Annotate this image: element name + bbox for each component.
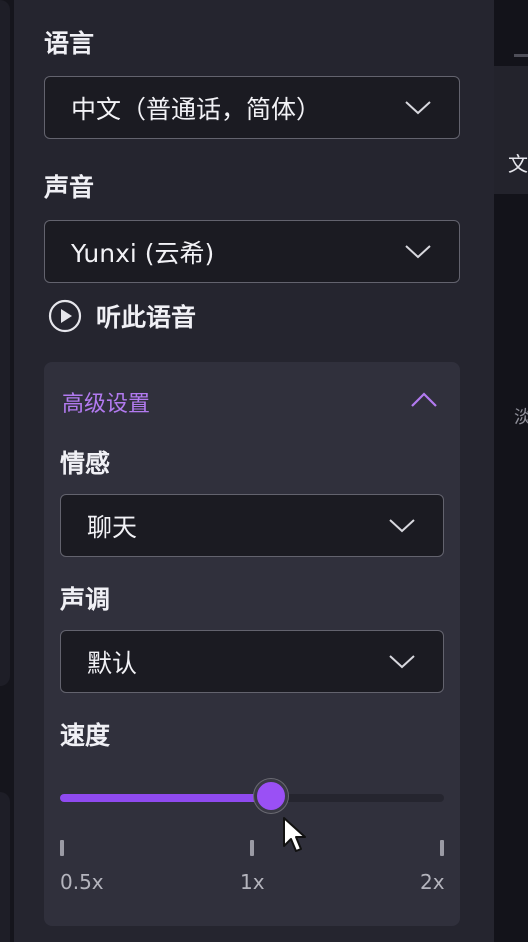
advanced-settings-title[interactable]: 高级设置: [62, 386, 150, 418]
right-tab-indicator: [514, 54, 528, 57]
speed-tick-label-min: 0.5x: [60, 870, 104, 894]
voice-settings-panel: 语言 中文（普通话，简体） 声音 Yunxi (云希) 听此语音 高级设置 情感…: [14, 0, 494, 942]
voice-label: 声音: [44, 173, 95, 202]
chevron-down-icon: [389, 518, 415, 532]
speed-label: 速度: [60, 721, 111, 750]
speed-tick-max: [440, 840, 444, 856]
emotion-select-value: 聊天: [87, 512, 138, 542]
left-card-top: [0, 0, 10, 686]
tts-settings-screen: 语言 中文（普通话，简体） 声音 Yunxi (云希) 听此语音 高级设置 情感…: [0, 0, 528, 942]
speed-tick-label-max: 2x: [420, 870, 445, 894]
right-panel-edge: 文 淡: [494, 0, 528, 942]
voice-select-value: Yunxi (云希): [71, 238, 215, 268]
right-side-text: 淡: [514, 407, 528, 428]
chevron-up-icon[interactable]: [410, 390, 438, 408]
speed-tick-mid: [250, 840, 254, 856]
language-select-value: 中文（普通话，简体）: [71, 94, 322, 124]
emotion-label: 情感: [60, 449, 111, 478]
voice-select[interactable]: Yunxi (云希): [44, 220, 460, 283]
pitch-select-value: 默认: [87, 648, 138, 678]
left-panel-edge: [0, 0, 14, 942]
chevron-down-icon: [405, 244, 431, 258]
play-circle-icon: [48, 299, 82, 333]
language-select[interactable]: 中文（普通话，简体）: [44, 76, 460, 139]
speed-slider-thumb[interactable]: [254, 779, 289, 813]
speed-tick-min: [60, 840, 64, 856]
language-label: 语言: [44, 29, 95, 58]
left-card-bottom: [0, 792, 10, 942]
emotion-select[interactable]: 聊天: [60, 494, 444, 557]
pitch-label: 声调: [60, 585, 111, 614]
chevron-down-icon: [389, 654, 415, 668]
right-tab-text: 文: [508, 152, 528, 176]
speed-slider[interactable]: [60, 778, 444, 818]
chevron-down-icon: [405, 100, 431, 114]
advanced-settings-card: 高级设置 情感 聊天 声调 默认 速度 0.5x 1x 2x: [44, 362, 460, 926]
pitch-select[interactable]: 默认: [60, 630, 444, 693]
preview-voice-button[interactable]: 听此语音: [48, 298, 196, 334]
speed-tick-label-mid: 1x: [240, 870, 265, 894]
speed-slider-fill: [60, 794, 272, 802]
preview-voice-label: 听此语音: [96, 303, 197, 332]
